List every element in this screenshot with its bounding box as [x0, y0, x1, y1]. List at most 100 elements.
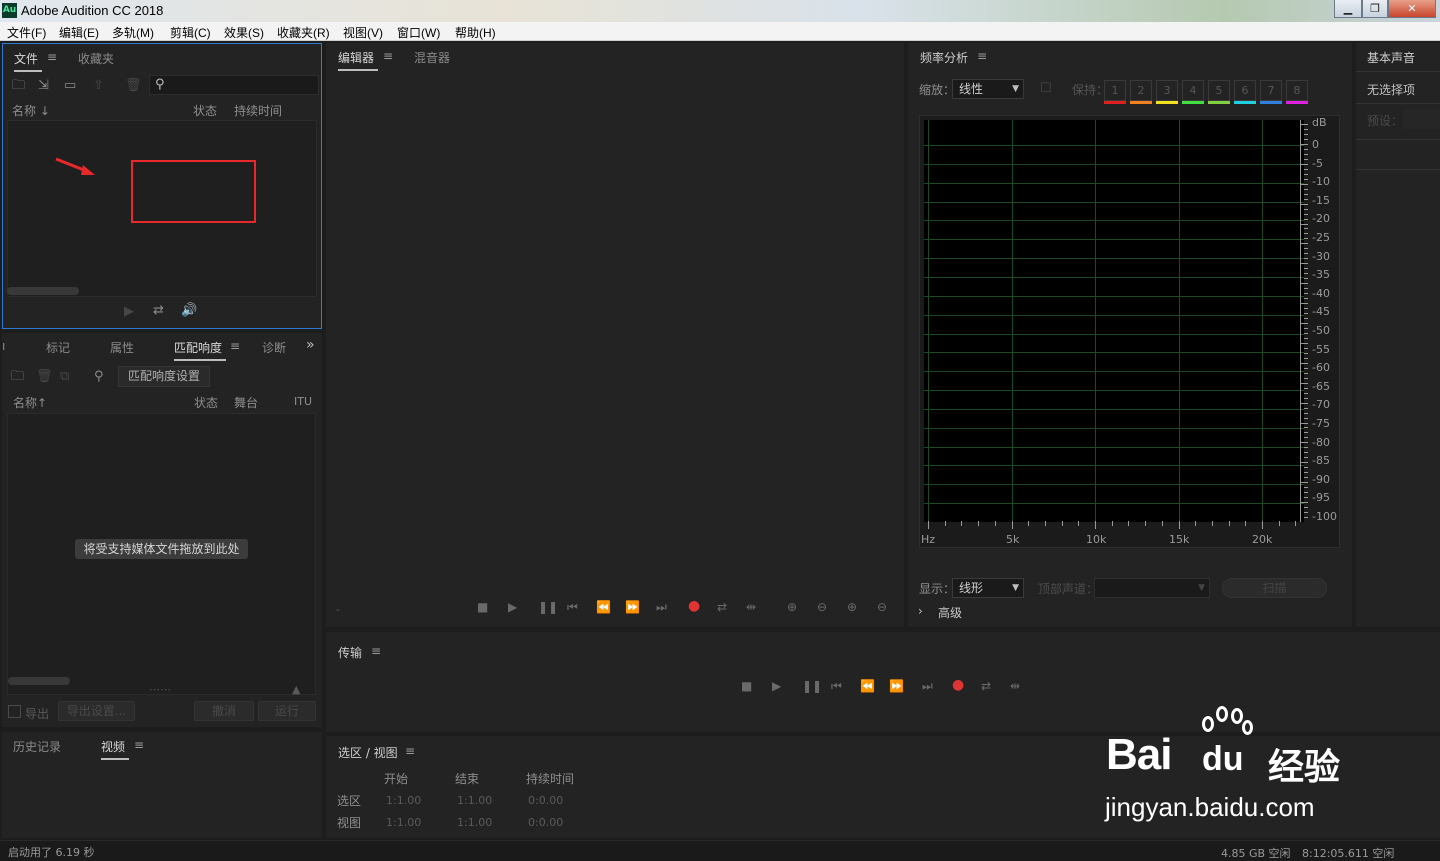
- hold-slot-1[interactable]: 1: [1104, 80, 1126, 104]
- loop-icon[interactable]: ⇄: [717, 600, 727, 614]
- scan-button[interactable]: 扫描: [1222, 578, 1327, 598]
- tab-mixer[interactable]: 混音器: [414, 49, 450, 66]
- selection-duration[interactable]: 0:0.00: [528, 794, 563, 807]
- hold-slot-8[interactable]: 8: [1286, 80, 1308, 104]
- collapse-icon[interactable]: ▲: [292, 683, 300, 696]
- column-stage[interactable]: 舞台: [234, 394, 258, 411]
- record-icon[interactable]: ●: [688, 598, 700, 614]
- hold-slot-6[interactable]: 6: [1234, 80, 1256, 104]
- hold-slot-4[interactable]: 4: [1182, 80, 1204, 104]
- match-loudness-settings-button[interactable]: 匹配响度设置: [118, 366, 210, 387]
- menu-effects[interactable]: 效果(S): [224, 24, 264, 41]
- zoom-select[interactable]: 线性 ▼: [952, 79, 1024, 99]
- pause-icon[interactable]: ❚❚: [538, 600, 558, 614]
- zoom-out-amplitude-icon[interactable]: ⊖: [817, 600, 827, 614]
- display-select[interactable]: 线形 ▼: [952, 578, 1024, 598]
- menu-edit[interactable]: 编辑(E): [59, 24, 99, 41]
- import-icon[interactable]: ⇲: [38, 79, 49, 93]
- column-status[interactable]: 状态: [194, 394, 218, 411]
- column-name[interactable]: 名称 ↓: [12, 102, 50, 119]
- resize-grip-icon[interactable]: ⋯⋯: [149, 683, 171, 696]
- tab-files[interactable]: 文件: [14, 50, 43, 72]
- stop-icon[interactable]: ■: [741, 679, 752, 693]
- panel-menu-icon[interactable]: ≡: [134, 738, 144, 752]
- delete-icon[interactable]: 🗑: [36, 370, 53, 384]
- rewind-icon[interactable]: ⏪: [596, 600, 611, 614]
- skip-to-end-icon[interactable]: ⏭: [656, 600, 667, 615]
- skip-selection-icon[interactable]: ⇹: [746, 600, 756, 614]
- more-tabs-icon[interactable]: »: [306, 337, 315, 353]
- selection-start[interactable]: 1:1.00: [386, 794, 421, 807]
- pause-icon[interactable]: ❚❚: [802, 679, 822, 693]
- preset-select[interactable]: [1402, 109, 1440, 129]
- export-checkbox[interactable]: [8, 705, 21, 718]
- skip-to-end-icon[interactable]: ⏭: [922, 679, 933, 694]
- column-duration[interactable]: 持续时间: [234, 102, 282, 119]
- record-icon[interactable]: ●: [952, 677, 964, 693]
- selection-end[interactable]: 1:1.00: [457, 794, 492, 807]
- menu-clip[interactable]: 剪辑(C): [170, 24, 211, 41]
- menu-view[interactable]: 视图(V): [343, 24, 383, 41]
- restore-icon[interactable]: ❐: [1362, 0, 1388, 18]
- export-settings-button[interactable]: 导出设置...: [58, 701, 135, 721]
- fast-forward-icon[interactable]: ⏩: [625, 600, 640, 614]
- tab-properties[interactable]: 属性: [110, 339, 134, 356]
- menu-window[interactable]: 窗口(W): [397, 24, 440, 41]
- run-button[interactable]: 运行: [258, 701, 316, 721]
- tab-overflow[interactable]: ı: [2, 339, 5, 353]
- rewind-icon[interactable]: ⏪: [860, 679, 875, 693]
- insert-icon[interactable]: ⇧: [93, 79, 104, 93]
- cancel-button[interactable]: 撤消: [194, 701, 254, 721]
- copy-icon[interactable]: ⧉: [60, 370, 69, 384]
- panel-menu-icon[interactable]: ≡: [230, 339, 240, 353]
- column-status[interactable]: 状态: [193, 102, 217, 119]
- advanced-toggle[interactable]: 高级: [938, 604, 962, 621]
- zoom-out-time-icon[interactable]: ⊖: [877, 600, 887, 614]
- new-file-icon[interactable]: ▭: [64, 79, 76, 93]
- lock-frequency-icon[interactable]: ☐: [1040, 82, 1052, 96]
- menu-file[interactable]: 文件(F): [7, 24, 46, 41]
- panel-menu-icon[interactable]: ≡: [383, 49, 393, 63]
- stop-icon[interactable]: ■: [477, 600, 488, 614]
- zoom-in-time-icon[interactable]: ⊕: [847, 600, 857, 614]
- view-start[interactable]: 1:1.00: [386, 816, 421, 829]
- loudness-meter-icon[interactable]: ⚲: [94, 370, 104, 384]
- hold-slot-5[interactable]: 5: [1208, 80, 1230, 104]
- panel-menu-icon[interactable]: ≡: [405, 744, 415, 758]
- hold-slot-3[interactable]: 3: [1156, 80, 1178, 104]
- tab-editor[interactable]: 编辑器: [338, 49, 379, 71]
- tab-favorites[interactable]: 收藏夹: [78, 50, 114, 67]
- skip-to-start-icon[interactable]: ⏮: [831, 679, 842, 694]
- zoom-in-amplitude-icon[interactable]: ⊕: [787, 600, 797, 614]
- panel-menu-icon[interactable]: ≡: [977, 49, 987, 63]
- tab-markers[interactable]: 标记: [46, 339, 70, 356]
- panel-menu-icon[interactable]: ≡: [371, 644, 381, 658]
- hold-slot-7[interactable]: 7: [1260, 80, 1282, 104]
- search-input[interactable]: ⚲: [149, 75, 319, 95]
- play-icon[interactable]: ▶: [124, 305, 134, 319]
- column-name[interactable]: 名称↑: [13, 394, 47, 411]
- top-channel-select[interactable]: ▼: [1094, 578, 1210, 598]
- play-icon[interactable]: ▶: [508, 600, 517, 614]
- panel-menu-icon[interactable]: ≡: [47, 50, 57, 64]
- hold-slot-2[interactable]: 2: [1130, 80, 1152, 104]
- tab-video[interactable]: 视频: [101, 738, 130, 760]
- loop-icon[interactable]: ⇄: [981, 679, 991, 693]
- horizontal-scrollbar[interactable]: [7, 287, 79, 295]
- view-duration[interactable]: 0:0.00: [528, 816, 563, 829]
- fast-forward-icon[interactable]: ⏩: [889, 679, 904, 693]
- close-icon[interactable]: ✕: [1388, 0, 1436, 18]
- menu-multitrack[interactable]: 多轨(M): [112, 24, 154, 41]
- open-folder-icon[interactable]: 🗀: [12, 79, 25, 93]
- menu-favorites[interactable]: 收藏夹(R): [277, 24, 330, 41]
- loop-icon[interactable]: ⇄: [153, 304, 164, 318]
- delete-icon[interactable]: 🗑: [125, 79, 142, 93]
- view-end[interactable]: 1:1.00: [457, 816, 492, 829]
- chevron-right-icon[interactable]: ›: [918, 604, 923, 618]
- column-itu[interactable]: ITU: [294, 395, 312, 408]
- auto-play-speaker-icon[interactable]: 🔊: [181, 304, 197, 318]
- skip-to-start-icon[interactable]: ⏮: [567, 600, 578, 615]
- play-icon[interactable]: ▶: [772, 679, 781, 693]
- menu-help[interactable]: 帮助(H): [455, 24, 496, 41]
- horizontal-scrollbar[interactable]: [8, 677, 70, 685]
